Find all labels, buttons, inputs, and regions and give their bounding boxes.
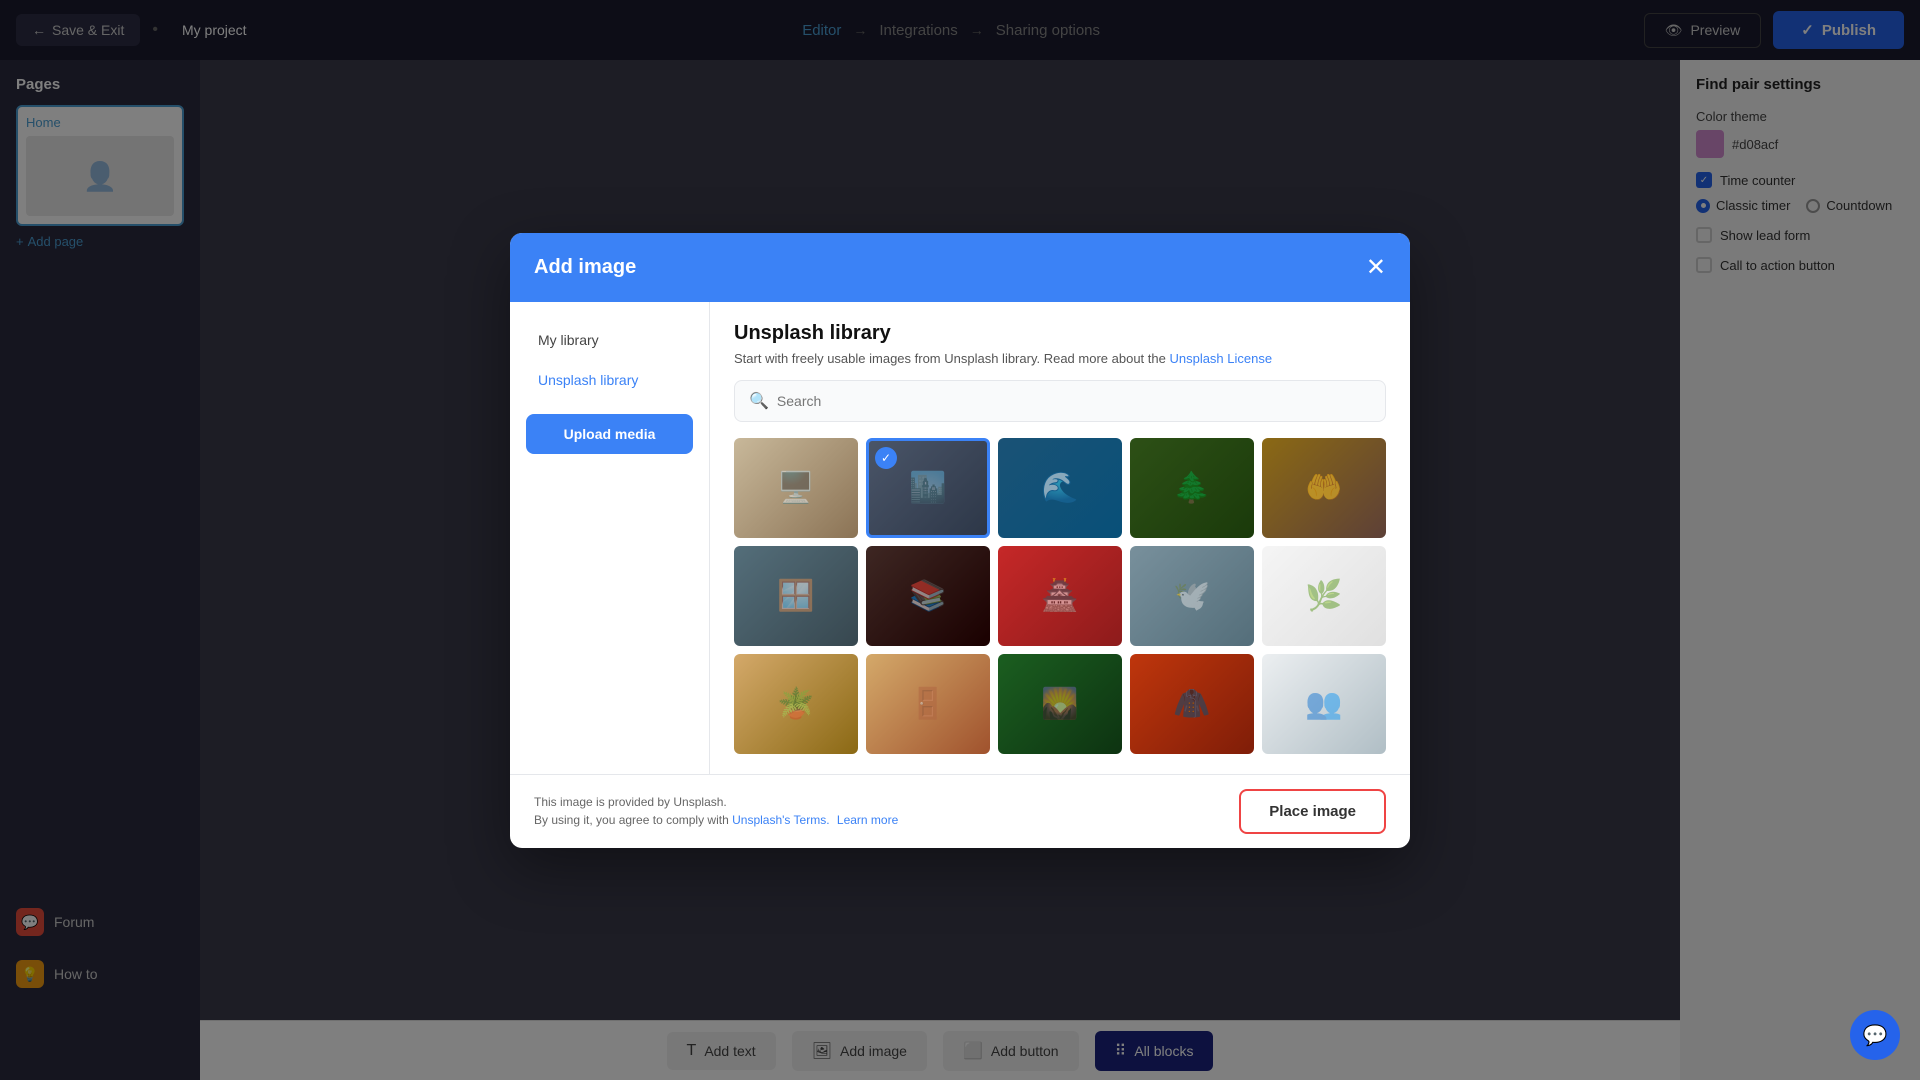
learn-more-link[interactable]: Learn more bbox=[837, 813, 898, 827]
unsplash-terms-link[interactable]: Unsplash's Terms. bbox=[732, 813, 829, 827]
modal-overlay: Add image ✕ My library Unsplash library … bbox=[0, 0, 1920, 1080]
image-cell-6[interactable] bbox=[734, 546, 858, 646]
image-cell-5[interactable] bbox=[1262, 438, 1386, 538]
modal-sidebar: My library Unsplash library Upload media bbox=[510, 302, 710, 774]
chat-icon: 💬 bbox=[1863, 1023, 1888, 1048]
image-cell-13[interactable] bbox=[998, 654, 1122, 754]
search-bar: 🔍 bbox=[734, 380, 1386, 422]
search-icon: 🔍 bbox=[749, 391, 769, 411]
image-cell-4[interactable] bbox=[1130, 438, 1254, 538]
footer-text: This image is provided by Unsplash. By u… bbox=[534, 793, 898, 829]
modal-close-button[interactable]: ✕ bbox=[1366, 253, 1386, 282]
unsplash-library-title: Unsplash library bbox=[734, 322, 1386, 345]
image-cell-8[interactable] bbox=[998, 546, 1122, 646]
unsplash-description: Start with freely usable images from Uns… bbox=[734, 351, 1386, 366]
image-cell-7[interactable] bbox=[866, 546, 990, 646]
footer-text-2: By using it, you agree to comply with bbox=[534, 813, 729, 827]
search-input[interactable] bbox=[777, 393, 1371, 409]
my-library-nav-item[interactable]: My library bbox=[526, 322, 693, 358]
unsplash-library-nav-item[interactable]: Unsplash library bbox=[526, 362, 693, 398]
chat-bubble-button[interactable]: 💬 bbox=[1850, 1010, 1900, 1060]
modal-footer: This image is provided by Unsplash. By u… bbox=[510, 774, 1410, 848]
unsplash-license-link[interactable]: Unsplash License bbox=[1169, 351, 1272, 366]
add-image-modal: Add image ✕ My library Unsplash library … bbox=[510, 233, 1410, 848]
place-image-button[interactable]: Place image bbox=[1239, 789, 1386, 834]
image-cell-3[interactable] bbox=[998, 438, 1122, 538]
modal-header: Add image ✕ bbox=[510, 233, 1410, 302]
image-cell-2[interactable]: ✓ bbox=[866, 438, 990, 538]
upload-media-button[interactable]: Upload media bbox=[526, 414, 693, 454]
modal-content: Unsplash library Start with freely usabl… bbox=[710, 302, 1410, 774]
image-grid: ✓ bbox=[734, 438, 1386, 754]
footer-text-line1: This image is provided by Unsplash. bbox=[534, 793, 898, 811]
modal-body: My library Unsplash library Upload media… bbox=[510, 302, 1410, 774]
footer-text-line2: By using it, you agree to comply with Un… bbox=[534, 811, 898, 829]
image-cell-11[interactable] bbox=[734, 654, 858, 754]
image-cell-12[interactable] bbox=[866, 654, 990, 754]
unsplash-desc-text: Start with freely usable images from Uns… bbox=[734, 351, 1166, 366]
image-cell-10[interactable] bbox=[1262, 546, 1386, 646]
image-cell-14[interactable] bbox=[1130, 654, 1254, 754]
selected-check-badge: ✓ bbox=[875, 447, 897, 469]
image-cell-1[interactable] bbox=[734, 438, 858, 538]
image-cell-15[interactable] bbox=[1262, 654, 1386, 754]
modal-title: Add image bbox=[534, 256, 636, 279]
image-cell-9[interactable] bbox=[1130, 546, 1254, 646]
